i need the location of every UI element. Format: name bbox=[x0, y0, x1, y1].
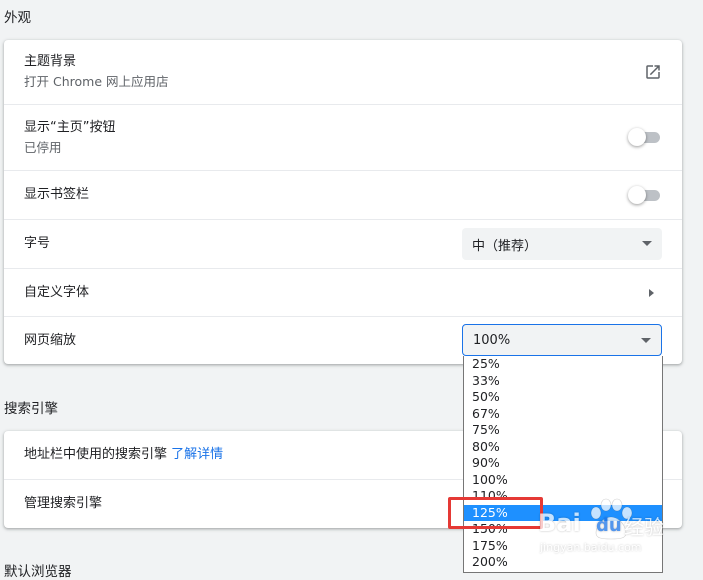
page-zoom-select[interactable]: 100% bbox=[462, 324, 662, 356]
toggle-knob bbox=[628, 186, 646, 204]
highlight-annotation-box bbox=[448, 497, 543, 529]
theme-title: 主题背景 bbox=[24, 54, 77, 69]
home-button-toggle[interactable] bbox=[628, 127, 660, 147]
home-button-title: 显示“主页”按钮 bbox=[24, 119, 116, 135]
bookmarks-bar-row[interactable]: 显示书签栏 bbox=[4, 170, 682, 219]
chevron-down-icon bbox=[642, 241, 652, 246]
learn-more-link[interactable]: 了解详情 bbox=[171, 447, 223, 462]
chevron-right-icon bbox=[649, 289, 654, 297]
address-bar-engine-title: 地址栏中使用的搜索引擎 bbox=[24, 447, 168, 462]
watermark-cn: 经验 bbox=[624, 515, 664, 539]
font-size-row: 字号 中（推荐） bbox=[4, 219, 682, 268]
watermark-brand-2: du bbox=[596, 515, 622, 536]
page-zoom-value: 100% bbox=[473, 332, 511, 348]
section-title-default-browser: 默认浏览器 bbox=[4, 564, 72, 580]
zoom-option-25[interactable]: 25% bbox=[464, 356, 662, 373]
zoom-option-75[interactable]: 75% bbox=[464, 422, 662, 439]
theme-subtitle: 打开 Chrome 网上应用店 bbox=[24, 74, 169, 89]
zoom-option-33[interactable]: 33% bbox=[464, 373, 662, 390]
zoom-option-67[interactable]: 67% bbox=[464, 406, 662, 423]
font-size-select[interactable]: 中（推荐） bbox=[462, 228, 662, 260]
bookmarks-bar-title: 显示书签栏 bbox=[24, 187, 90, 202]
open-in-new-icon[interactable] bbox=[644, 63, 662, 81]
bookmarks-bar-toggle[interactable] bbox=[628, 185, 660, 205]
zoom-option-80[interactable]: 80% bbox=[464, 439, 662, 456]
watermark-url: jingyan.baidu.com bbox=[540, 541, 642, 554]
home-button-row[interactable]: 显示“主页”按钮 已停用 bbox=[4, 104, 682, 170]
theme-row[interactable]: 主题背景 打开 Chrome 网上应用店 bbox=[4, 40, 682, 104]
zoom-option-90[interactable]: 90% bbox=[464, 455, 662, 472]
chevron-down-icon bbox=[641, 338, 651, 343]
zoom-option-100[interactable]: 100% bbox=[464, 472, 662, 489]
watermark-brand: Bai bbox=[538, 509, 581, 537]
home-button-subtitle: 已停用 bbox=[24, 139, 62, 155]
section-title-appearance: 外观 bbox=[4, 10, 31, 26]
custom-fonts-row[interactable]: 自定义字体 bbox=[4, 268, 682, 316]
baidu-watermark: Bai du 经验 jingyan.baidu.com bbox=[538, 495, 698, 557]
zoom-option-50[interactable]: 50% bbox=[464, 389, 662, 406]
toggle-knob bbox=[628, 128, 646, 146]
section-title-search-engine: 搜索引擎 bbox=[4, 401, 58, 417]
custom-fonts-title: 自定义字体 bbox=[24, 284, 90, 300]
font-size-value: 中（推荐） bbox=[472, 238, 538, 254]
appearance-card: 主题背景 打开 Chrome 网上应用店 显示“主页”按钮 已停用 显示书签栏 … bbox=[4, 40, 682, 364]
